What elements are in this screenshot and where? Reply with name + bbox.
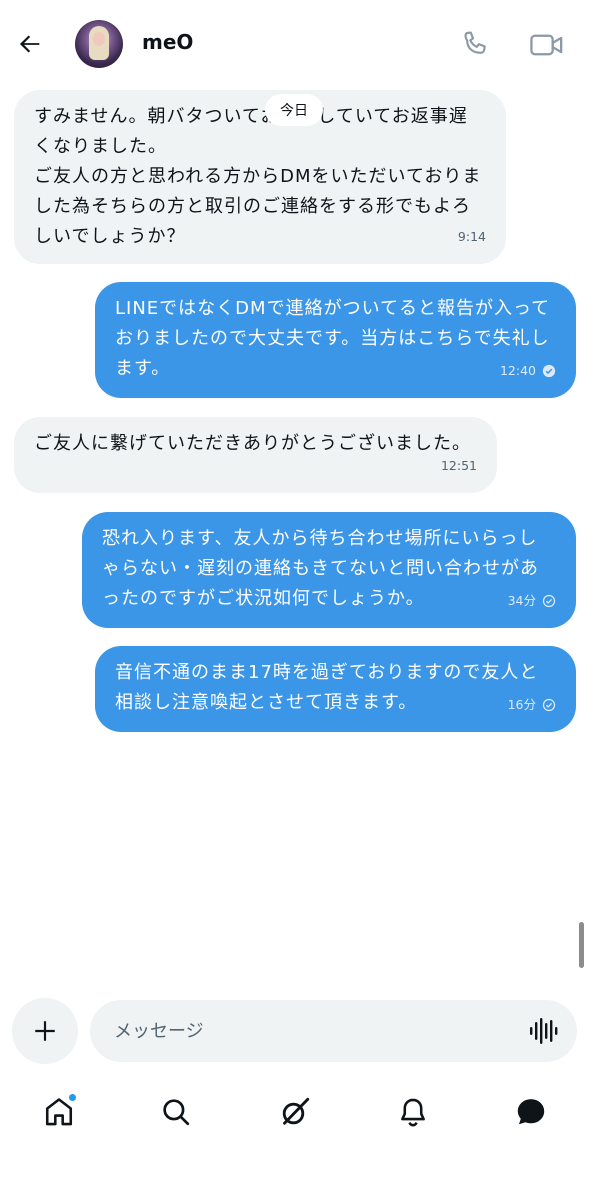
avatar[interactable]	[75, 20, 123, 68]
message-bubble[interactable]: ご友人に繋げていただきありがとうございました。 12:51	[14, 417, 497, 493]
arrow-left-icon	[19, 35, 40, 53]
search-icon	[163, 1099, 190, 1126]
video-call-button[interactable]	[528, 28, 566, 62]
voice-waveform-icon	[530, 1018, 558, 1044]
sent-check-icon	[542, 698, 556, 712]
conversation-title[interactable]: meO	[142, 30, 193, 54]
message-text: LINEではなくDMで連絡がついてると報告が入っておりましたので大丈夫です。当方…	[115, 298, 551, 379]
add-media-button[interactable]	[12, 998, 78, 1064]
message-bubble[interactable]: LINEではなくDMで連絡がついてると報告が入っておりましたので大丈夫です。当方…	[95, 282, 576, 398]
message-input-box[interactable]	[90, 1000, 577, 1062]
video-camera-icon	[530, 34, 563, 56]
message-input[interactable]	[114, 1000, 514, 1062]
message-time: 34分	[507, 593, 536, 608]
message-time: 12:51	[440, 458, 477, 473]
message-thread[interactable]: すみません。朝バタついておりましていてお返事遅くなりました。 ご友人の方と思われ…	[0, 90, 589, 1000]
message-time: 16分	[507, 697, 536, 712]
notification-dot	[68, 1093, 77, 1102]
bottom-tab-bar	[0, 1080, 589, 1144]
message-time: 9:14	[457, 229, 486, 244]
message-meta: 12:51	[441, 451, 477, 481]
date-separator: 今日	[265, 94, 323, 126]
tab-grok[interactable]	[273, 1090, 317, 1134]
message-meta: 16分	[508, 690, 556, 720]
message-meta: 12:40	[500, 356, 556, 386]
call-button[interactable]	[458, 28, 492, 62]
message-bubble-icon	[517, 1099, 545, 1125]
message-composer	[0, 996, 589, 1066]
message-text: すみません。朝バタついておりましていてお返事遅くなりました。 ご友人の方と思われ…	[34, 106, 482, 247]
tab-search[interactable]	[154, 1090, 198, 1134]
message-text: ご友人に繋げていただきありがとうございました。	[34, 433, 471, 454]
message-bubble[interactable]: 音信不通のまま17時を過ぎておりますので友人と相談し注意喚起とさせて頂きます。 …	[95, 646, 576, 732]
sent-check-icon	[542, 594, 556, 608]
message-time: 12:40	[499, 363, 536, 378]
message-meta: 34分	[508, 586, 556, 616]
phone-icon	[464, 31, 486, 54]
message-bubble[interactable]: 恐れ入ります、友人から待ち合わせ場所にいらっしゃらない・遅刻の連絡もきてないと問…	[82, 512, 576, 628]
message-text: 音信不通のまま17時を過ぎておりますので友人と相談し注意喚起とさせて頂きます。	[115, 662, 539, 713]
tab-home[interactable]	[37, 1090, 81, 1134]
bell-icon	[401, 1098, 425, 1127]
grok-icon	[282, 1097, 310, 1125]
conversation-header: meO	[0, 0, 589, 90]
voice-message-button[interactable]	[528, 1016, 560, 1046]
message-text: 恐れ入ります、友人から待ち合わせ場所にいらっしゃらない・遅刻の連絡もきてないと問…	[102, 528, 539, 609]
tab-messages[interactable]	[509, 1090, 553, 1134]
back-button[interactable]	[12, 26, 48, 62]
scrollbar-thumb[interactable]	[579, 922, 584, 968]
plus-icon	[35, 1021, 55, 1041]
message-bubble[interactable]: すみません。朝バタついておりましていてお返事遅くなりました。 ご友人の方と思われ…	[14, 90, 506, 264]
tab-notifications[interactable]	[391, 1090, 435, 1134]
message-meta: 9:14	[458, 222, 486, 252]
read-check-icon	[542, 364, 556, 378]
